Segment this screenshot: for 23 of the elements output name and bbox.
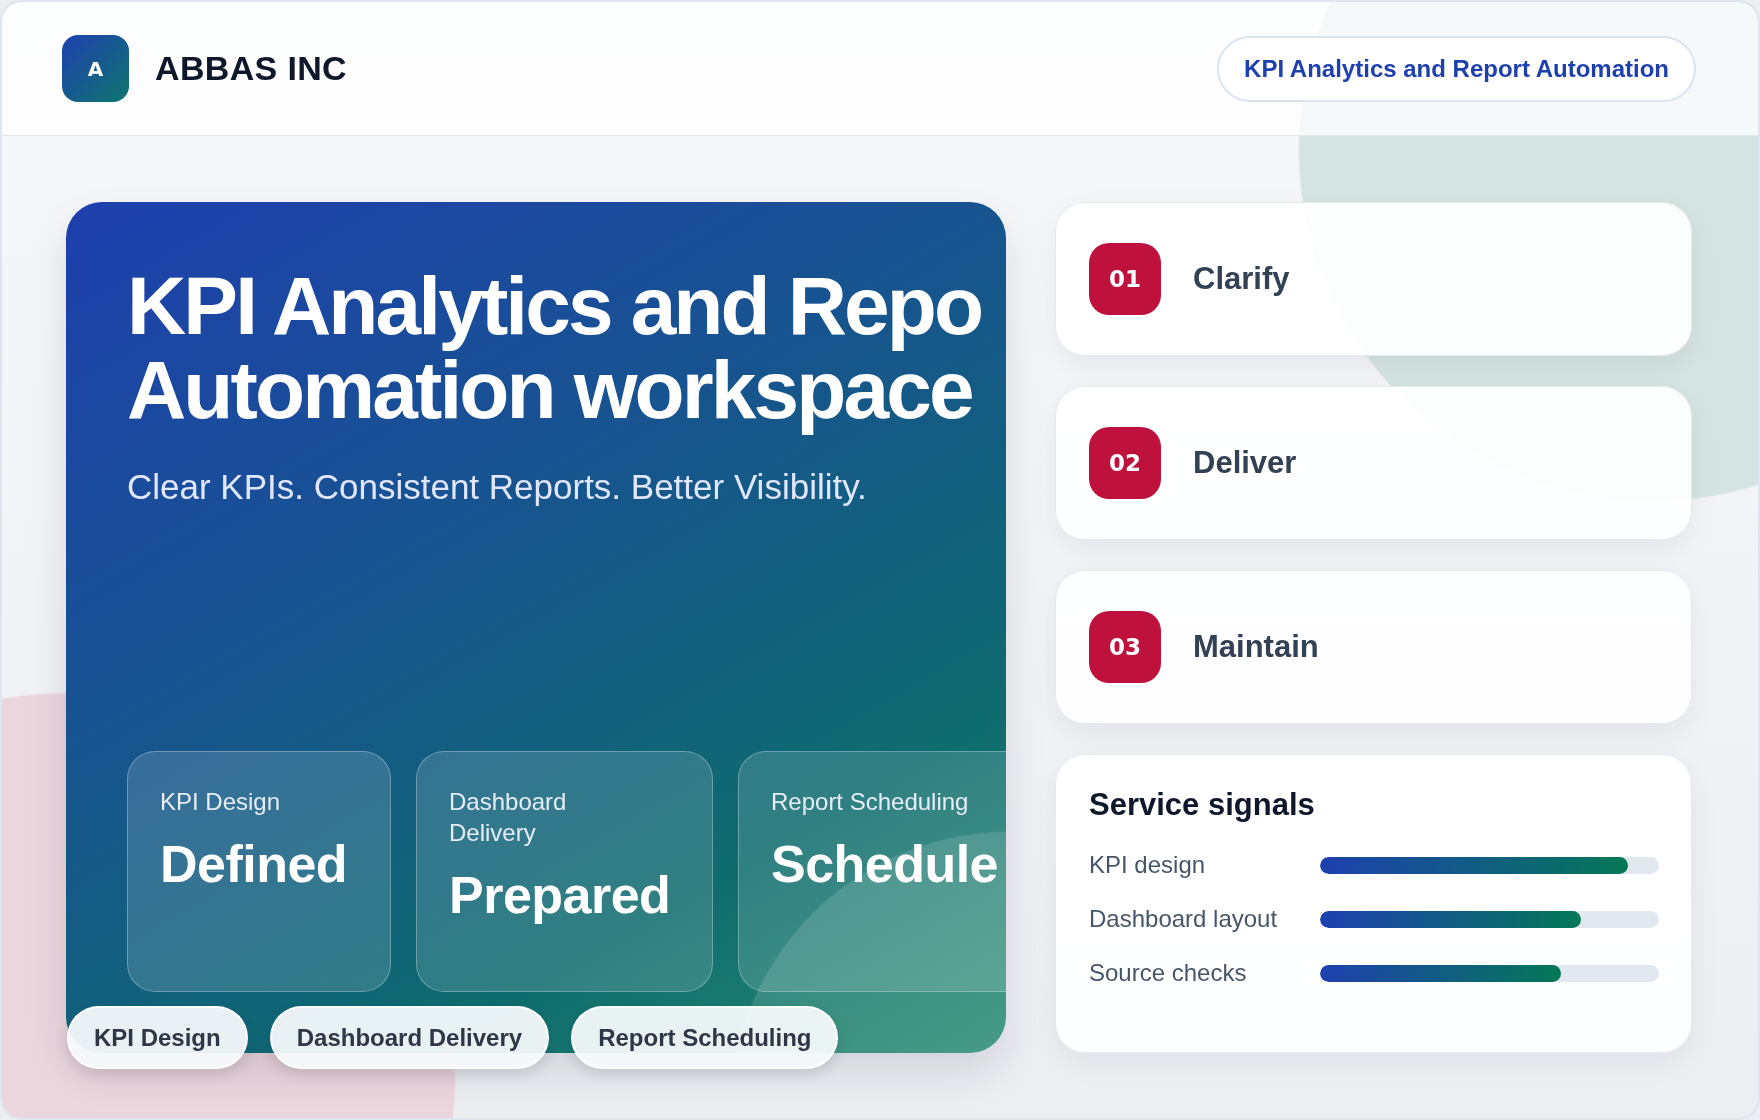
tile-value: Defined (160, 836, 348, 894)
signal-label: KPI design (1089, 851, 1206, 879)
brand-name: ABBAS INC (155, 49, 347, 88)
tile-label: Dashboard Delivery (449, 787, 568, 848)
step-number: 01 (1089, 243, 1161, 315)
tile-label: Report Scheduling (771, 787, 969, 817)
step-title: Deliver (1193, 445, 1297, 481)
tile-label: KPI Design (160, 787, 281, 817)
signal-label: Source checks (1089, 959, 1247, 987)
tile-value: Prepared (449, 867, 671, 925)
tag-chip: Report Scheduling (571, 1006, 839, 1069)
hero-subtitle: Clear KPIs. Consistent Reports. Better Visibility. (127, 466, 867, 508)
tag-chip: Dashboard Delivery (269, 1006, 550, 1069)
tile-value: Schedule (771, 836, 999, 894)
step-title: Clarify (1193, 261, 1290, 297)
signal-label: Dashboard layout (1089, 905, 1278, 933)
step-title: Maintain (1193, 629, 1319, 665)
topic-pill: KPI Analytics and Report Automation (1217, 35, 1696, 102)
logo-badge: A (62, 35, 129, 102)
step-number: 02 (1089, 427, 1161, 499)
step-number: 03 (1089, 611, 1161, 683)
signals-title: Service signals (1089, 786, 1316, 823)
tag-chip: KPI Design (67, 1006, 248, 1069)
